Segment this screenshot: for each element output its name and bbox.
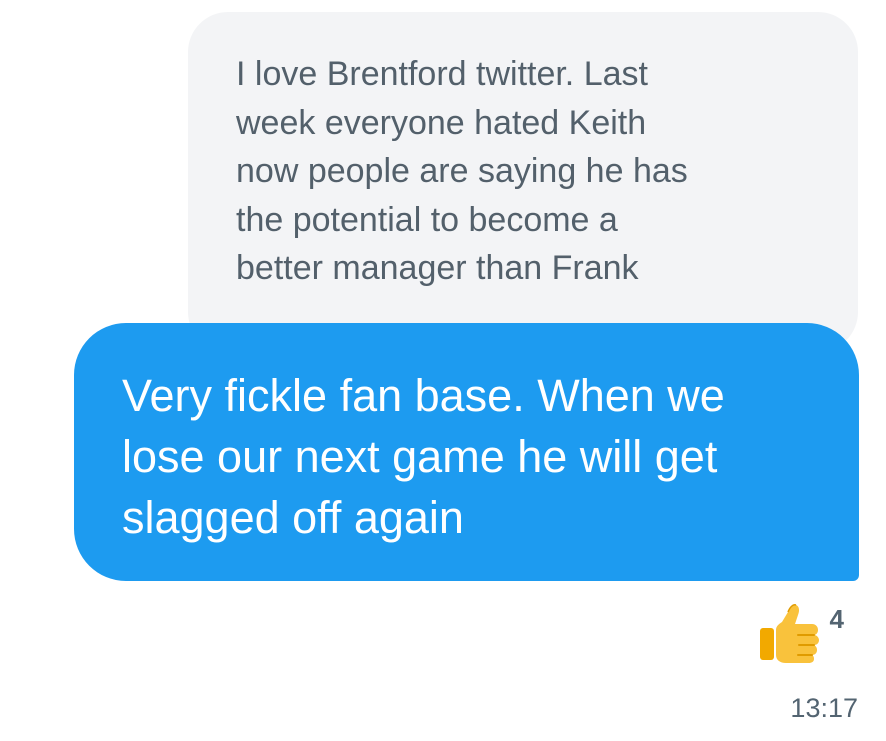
reaction-badge[interactable]: 4 [758, 600, 844, 664]
sent-message-bubble[interactable]: Very fickle fan base. When we lose our n… [74, 323, 859, 581]
thumbs-up-icon [759, 604, 819, 663]
received-message-text: I love Brentford twitter. Last week ever… [236, 55, 688, 287]
message-timestamp: 13:17 [790, 693, 858, 723]
message-thread: I love Brentford twitter. Last week ever… [0, 0, 886, 741]
sent-message-text: Very fickle fan base. When we lose our n… [122, 370, 725, 543]
reaction-count: 4 [829, 603, 844, 634]
received-message-bubble[interactable]: I love Brentford twitter. Last week ever… [188, 12, 858, 352]
